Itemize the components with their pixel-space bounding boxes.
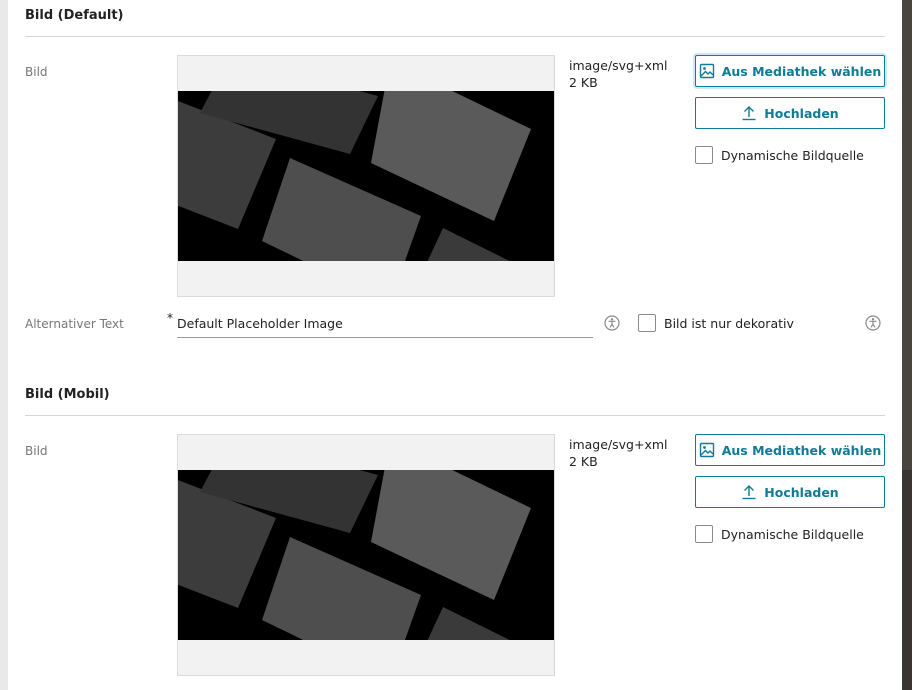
placeholder-image — [178, 470, 554, 640]
background-strip — [902, 0, 912, 690]
choose-from-media-label: Aus Mediathek wählen — [721, 442, 882, 458]
image-field-label: Bild — [25, 444, 48, 458]
image-size: 2 KB — [569, 75, 598, 90]
dynamic-source-checkbox[interactable] — [695, 146, 713, 164]
upload-button[interactable]: Hochladen — [695, 97, 885, 129]
image-type: image/svg+xml — [569, 58, 668, 73]
choose-from-media-label: Aus Mediathek wählen — [721, 63, 882, 79]
alt-text-label: Alternativer Text — [25, 317, 124, 331]
section-divider — [25, 415, 885, 416]
image-icon — [699, 442, 714, 458]
upload-label: Hochladen — [764, 105, 839, 121]
dynamic-source-label: Dynamische Bildquelle — [721, 147, 864, 163]
upload-button[interactable]: Hochladen — [695, 476, 885, 508]
choose-from-media-button[interactable]: Aus Mediathek wählen — [695, 55, 885, 87]
choose-from-media-button[interactable]: Aus Mediathek wählen — [695, 434, 885, 466]
upload-icon — [742, 485, 756, 500]
accessibility-icon[interactable] — [865, 315, 881, 331]
image-type: image/svg+xml — [569, 437, 668, 452]
dynamic-source-option: Dynamische Bildquelle — [695, 525, 864, 543]
alt-text-input[interactable] — [177, 310, 593, 338]
dynamic-source-option: Dynamische Bildquelle — [695, 146, 864, 164]
section-title-default: Bild (Default) — [25, 8, 124, 23]
image-settings-panel: Bild (Default) Bild image/svg+xml 2 KB A… — [8, 0, 902, 690]
section-divider — [25, 36, 885, 37]
decorative-option: Bild ist nur dekorativ — [638, 314, 794, 332]
accessibility-icon[interactable] — [604, 315, 620, 331]
image-meta: image/svg+xml 2 KB — [569, 436, 668, 470]
upload-label: Hochladen — [764, 484, 839, 500]
image-preview — [177, 434, 555, 676]
required-marker: * — [167, 311, 173, 325]
image-field-label: Bild — [25, 65, 48, 79]
image-preview — [177, 55, 555, 297]
dynamic-source-checkbox[interactable] — [695, 525, 713, 543]
image-size: 2 KB — [569, 454, 598, 469]
section-title-mobile: Bild (Mobil) — [25, 387, 110, 402]
placeholder-image — [178, 91, 554, 261]
image-meta: image/svg+xml 2 KB — [569, 57, 668, 91]
decorative-label: Bild ist nur dekorativ — [664, 315, 794, 331]
upload-icon — [742, 106, 756, 121]
image-icon — [699, 63, 714, 79]
decorative-checkbox[interactable] — [638, 314, 656, 332]
dynamic-source-label: Dynamische Bildquelle — [721, 526, 864, 542]
